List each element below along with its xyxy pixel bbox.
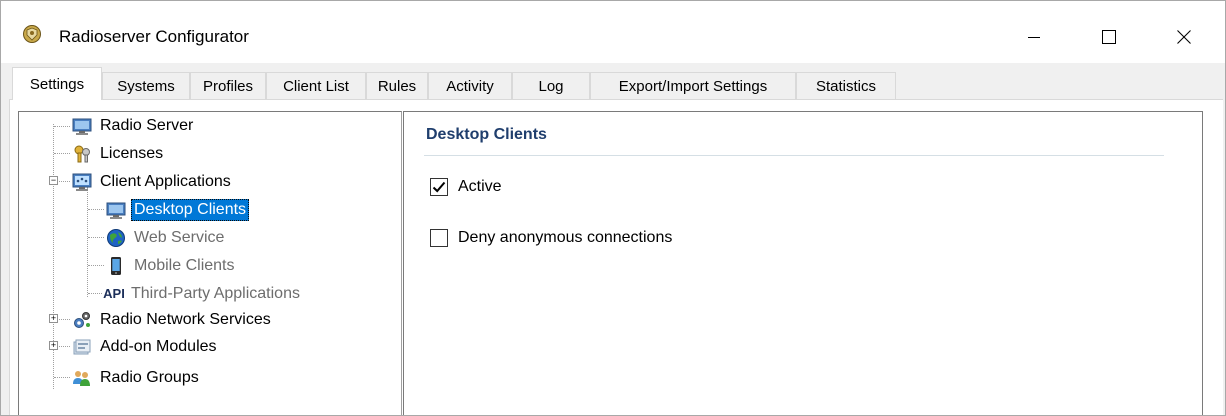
tree-item-label: Radio Groups xyxy=(100,369,199,386)
expand-icon[interactable]: + xyxy=(49,314,58,323)
configurator-window: Radioserver Configurator Settings System… xyxy=(0,0,1226,416)
tree-line xyxy=(54,377,70,378)
network-computers-icon xyxy=(72,172,92,192)
tree-line xyxy=(88,237,104,238)
tree-line xyxy=(88,293,102,294)
api-icon: API xyxy=(103,286,125,301)
tab-activity[interactable]: Activity xyxy=(428,72,512,99)
expand-icon[interactable]: + xyxy=(49,341,58,350)
maximize-button[interactable] xyxy=(1086,17,1132,57)
license-keys-icon xyxy=(72,144,92,164)
tree-item-label: Third-Party Applications xyxy=(131,285,300,302)
tree-item-licenses[interactable]: Licenses xyxy=(72,142,166,166)
minimize-button[interactable] xyxy=(1011,17,1057,57)
window-title: Radioserver Configurator xyxy=(59,27,249,46)
maximize-icon xyxy=(1102,30,1116,44)
active-checkbox[interactable] xyxy=(430,178,448,196)
mobile-phone-icon xyxy=(106,256,126,276)
deny-anonymous-label: Deny anonymous connections xyxy=(458,229,673,246)
deny-anonymous-option[interactable]: Deny anonymous connections xyxy=(430,229,672,247)
tab-log[interactable]: Log xyxy=(512,72,590,99)
minimize-icon xyxy=(1028,37,1040,38)
tab-settings[interactable]: Settings xyxy=(12,67,102,100)
tree-item-radio-groups[interactable]: Radio Groups xyxy=(72,366,202,390)
collapse-icon[interactable]: − xyxy=(49,176,58,185)
users-group-icon xyxy=(72,368,92,388)
tree-item-label: Web Service xyxy=(134,229,225,246)
tab-export-import-settings[interactable]: Export/Import Settings xyxy=(590,72,796,99)
checkmark-icon xyxy=(432,181,446,193)
tree-item-third-party-applications[interactable]: API Third-Party Applications xyxy=(102,282,303,306)
tree-item-label: Client Applications xyxy=(100,173,231,190)
tree-item-label: Desktop Clients xyxy=(131,199,250,221)
modules-icon xyxy=(72,337,92,357)
close-icon xyxy=(1177,30,1191,44)
tab-client-list[interactable]: Client List xyxy=(266,72,366,99)
monitor-icon xyxy=(72,116,92,136)
section-divider xyxy=(424,155,1164,156)
tree-line xyxy=(87,187,88,297)
globe-icon xyxy=(106,228,126,248)
deny-anonymous-checkbox[interactable] xyxy=(430,229,448,247)
tree-line xyxy=(59,181,70,182)
desktop-client-icon xyxy=(106,200,126,220)
close-button[interactable] xyxy=(1161,17,1207,57)
tree-item-mobile-clients[interactable]: Mobile Clients xyxy=(106,254,237,278)
active-option[interactable]: Active xyxy=(430,178,502,196)
tree-line xyxy=(59,319,70,320)
title-bar[interactable]: Radioserver Configurator xyxy=(1,1,1225,63)
tree-item-web-service[interactable]: Web Service xyxy=(106,226,227,250)
tree-item-radio-network-services[interactable]: Radio Network Services xyxy=(72,308,274,332)
tree-item-radio-server[interactable]: Radio Server xyxy=(72,114,196,138)
tab-systems[interactable]: Systems xyxy=(102,72,190,99)
tree-item-client-applications[interactable]: Client Applications xyxy=(72,170,234,194)
tree-line xyxy=(54,126,70,127)
tab-strip: Settings Systems Profiles Client List Ru… xyxy=(1,67,1225,100)
tree-line xyxy=(59,346,70,347)
details-panel: Desktop Clients Active Deny anonymous co… xyxy=(403,111,1203,415)
tree-item-add-on-modules[interactable]: Add-on Modules xyxy=(72,335,220,359)
tree-line xyxy=(88,265,104,266)
tree-item-label: Licenses xyxy=(100,145,164,162)
active-label: Active xyxy=(458,178,502,195)
tree-line xyxy=(88,209,104,210)
gear-network-icon xyxy=(72,310,92,330)
tab-profiles[interactable]: Profiles xyxy=(190,72,266,99)
tab-statistics[interactable]: Statistics xyxy=(796,72,896,99)
section-title: Desktop Clients xyxy=(426,126,547,143)
tree-item-desktop-clients[interactable]: Desktop Clients xyxy=(106,198,250,222)
app-icon xyxy=(22,24,42,44)
tree-item-label: Radio Network Services xyxy=(100,311,271,328)
tree-line xyxy=(54,153,70,154)
settings-tab-page: − + + Radio Server Licenses Client Appli… xyxy=(9,99,1223,415)
settings-tree[interactable]: − + + Radio Server Licenses Client Appli… xyxy=(18,111,402,415)
tab-rules[interactable]: Rules xyxy=(366,72,428,99)
tree-item-label: Mobile Clients xyxy=(134,257,235,274)
tree-item-label: Radio Server xyxy=(100,117,194,134)
tree-item-label: Add-on Modules xyxy=(100,338,217,355)
